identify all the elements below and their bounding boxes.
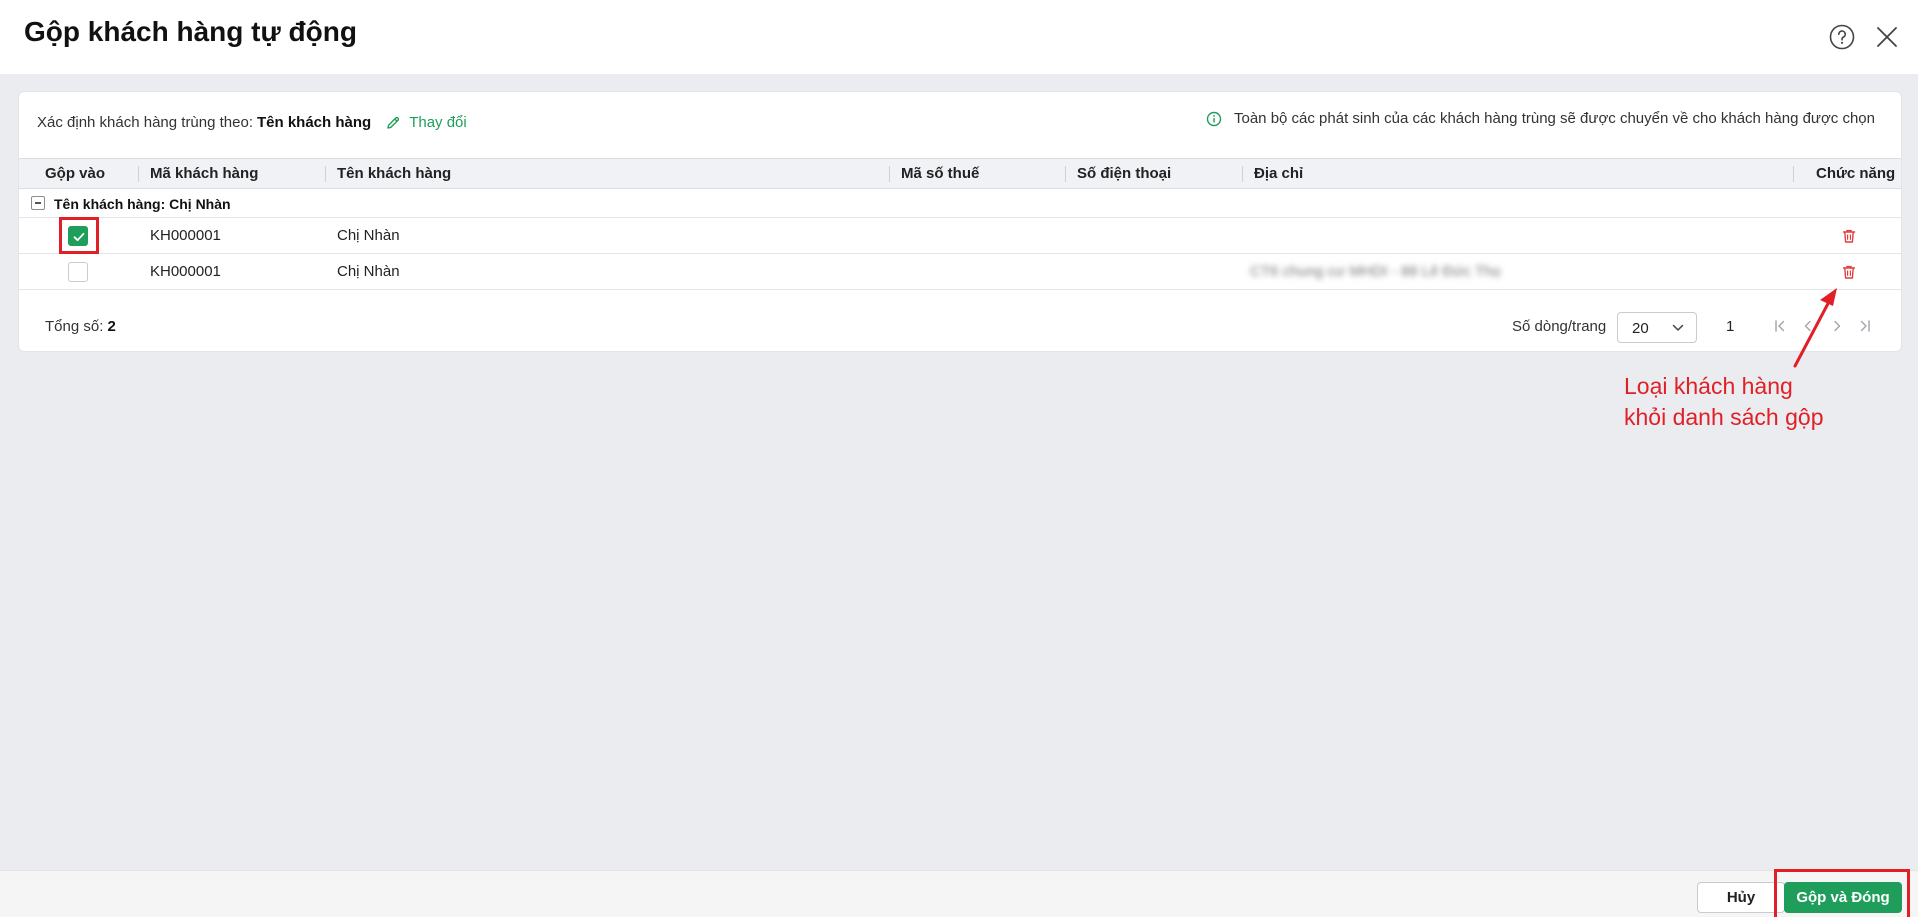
column-divider[interactable] xyxy=(1242,166,1243,182)
dialog-title: Gộp khách hàng tự động xyxy=(24,16,357,47)
column-divider[interactable] xyxy=(1065,166,1066,182)
pencil-icon[interactable] xyxy=(385,115,401,131)
customer-name-cell: Chị Nhàn xyxy=(337,227,400,244)
column-divider[interactable] xyxy=(325,166,326,182)
table-row: KH000001 Chị Nhàn xyxy=(19,217,1901,254)
col-customer-code[interactable]: Mã khách hàng xyxy=(150,159,258,188)
col-address[interactable]: Địa chỉ xyxy=(1254,159,1303,188)
customer-code-cell: KH000001 xyxy=(150,227,221,244)
column-divider[interactable] xyxy=(138,166,139,182)
rows-per-page-select[interactable]: 20 xyxy=(1617,312,1697,343)
collapse-group-toggle[interactable] xyxy=(31,196,45,210)
table-row: KH000001 Chị Nhàn CT6 chung cư MHDI - 88… xyxy=(19,254,1901,290)
annotation-note: Loại khách hàng khỏi danh sách gộp xyxy=(1624,371,1824,433)
info-icon xyxy=(1206,111,1222,126)
col-customer-name[interactable]: Tên khách hàng xyxy=(337,159,451,188)
group-row: Tên khách hàng: Chị Nhàn xyxy=(19,189,1901,218)
change-criteria-link[interactable]: Thay đổi xyxy=(409,114,467,131)
total-count: Tổng số: 2 xyxy=(45,318,116,335)
help-icon[interactable] xyxy=(1829,24,1855,50)
annotation-arrow xyxy=(1793,288,1837,368)
customer-name-cell: Chị Nhàn xyxy=(337,263,400,280)
group-label: Tên khách hàng: Chị Nhàn xyxy=(54,196,231,212)
check-icon xyxy=(73,232,85,242)
total-value: 2 xyxy=(107,318,116,335)
last-page-icon[interactable] xyxy=(1857,318,1873,334)
annotation-line-1: Loại khách hàng xyxy=(1624,373,1793,399)
duplicate-criteria: Xác định khách hàng trùng theo: Tên khác… xyxy=(37,114,467,131)
delete-icon[interactable] xyxy=(1841,264,1857,280)
annotation-line-2: khỏi danh sách gộp xyxy=(1624,404,1824,430)
column-divider[interactable] xyxy=(1793,166,1794,182)
criteria-label: Xác định khách hàng trùng theo: xyxy=(37,114,253,131)
dialog-footer: Hủy Gộp và Đóng xyxy=(0,869,1918,917)
info-note: Toàn bộ các phát sinh của các khách hàng… xyxy=(1206,110,1875,127)
chevron-down-icon xyxy=(1672,324,1684,331)
criteria-value: Tên khách hàng xyxy=(257,114,372,131)
rows-per-page-value: 20 xyxy=(1632,320,1649,337)
col-actions: Chức năng xyxy=(1816,165,1896,182)
merge-into-checkbox[interactable] xyxy=(68,226,88,246)
col-tax-code[interactable]: Mã số thuế xyxy=(901,159,979,188)
close-icon[interactable] xyxy=(1876,26,1898,48)
merge-into-checkbox[interactable] xyxy=(68,262,88,282)
address-cell: CT6 chung cư MHDI - 88 Lê Đức Thọ xyxy=(1250,263,1501,280)
col-phone[interactable]: Số điện thoại xyxy=(1077,159,1171,188)
info-text: Toàn bộ các phát sinh của các khách hàng… xyxy=(1234,110,1875,127)
merge-card: Xác định khách hàng trùng theo: Tên khác… xyxy=(18,91,1902,352)
col-merge-into[interactable]: Gộp vào xyxy=(45,159,105,188)
rows-per-page-label: Số dòng/trang xyxy=(1512,318,1607,335)
dialog-header: Gộp khách hàng tự động xyxy=(0,0,1918,74)
merge-and-close-button[interactable]: Gộp và Đóng xyxy=(1784,882,1902,913)
total-label: Tổng số: xyxy=(45,318,104,335)
cancel-button[interactable]: Hủy xyxy=(1697,882,1785,913)
column-divider[interactable] xyxy=(889,166,890,182)
customer-code-cell: KH000001 xyxy=(150,263,221,280)
current-page: 1 xyxy=(1726,318,1735,335)
table-header: Gộp vào Mã khách hàng Tên khách hàng Mã … xyxy=(19,158,1901,189)
delete-icon[interactable] xyxy=(1841,228,1857,244)
